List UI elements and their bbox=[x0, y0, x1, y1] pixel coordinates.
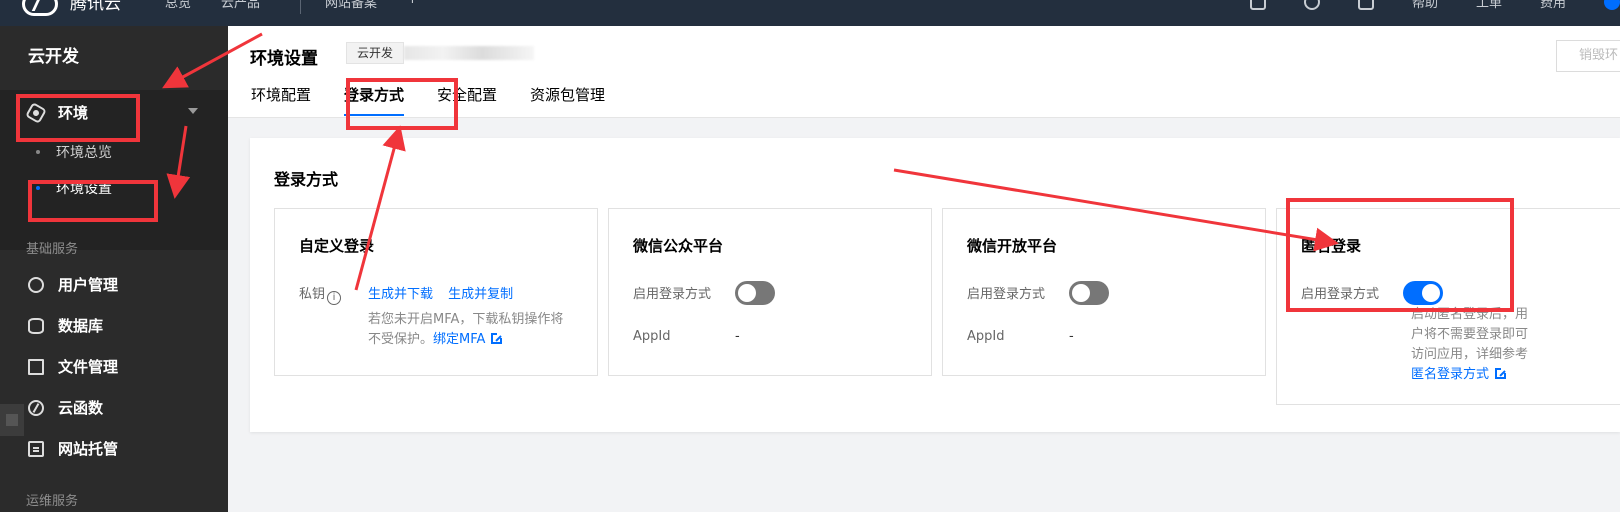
arrow-to-env bbox=[162, 32, 263, 89]
annotation-arrows bbox=[162, 32, 1339, 291]
arrow-to-anonymous-login bbox=[893, 168, 1339, 252]
arrow-to-login-tab bbox=[354, 125, 406, 291]
page: 腾讯云 总览 云产品 网站备案 + 帮助 工单 费用 云开发 环境 bbox=[0, 0, 1620, 512]
arrow-to-env-settings bbox=[166, 125, 191, 199]
